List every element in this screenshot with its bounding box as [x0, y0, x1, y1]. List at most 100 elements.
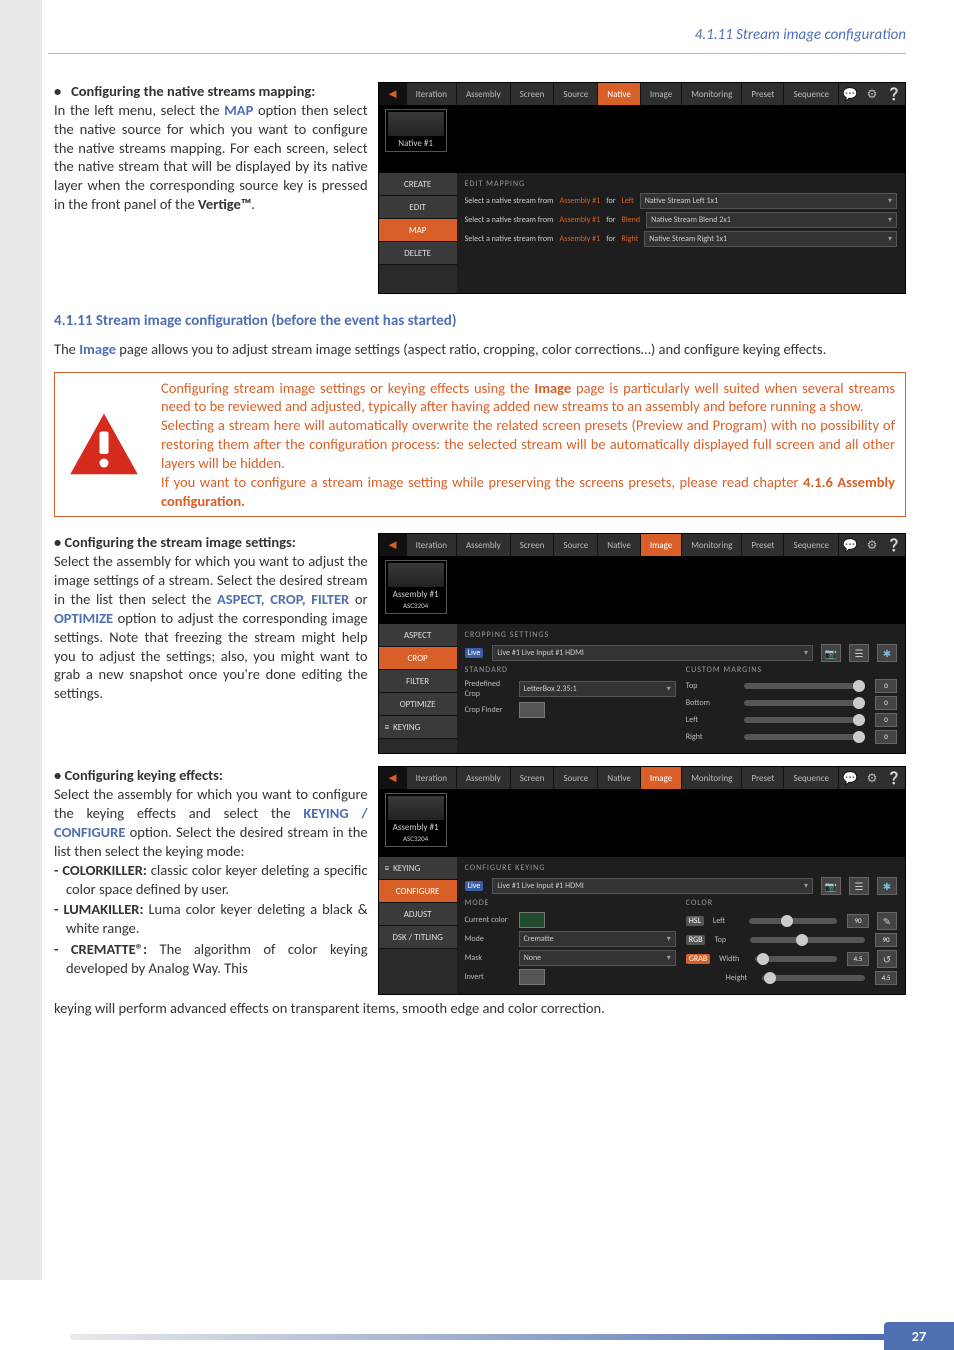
mapping-select-1[interactable]: Native Stream Left 1x1: [640, 193, 897, 209]
rgb-slider[interactable]: [750, 937, 865, 943]
side-aspect[interactable]: ASPECT: [379, 624, 457, 647]
gear-icon-2[interactable]: ⚙: [861, 534, 883, 556]
back-icon-2[interactable]: ◄: [379, 534, 407, 556]
chat-icon-2[interactable]: 💬: [839, 534, 861, 556]
gear-icon[interactable]: ⚙: [861, 83, 883, 105]
mapping-asm-1: Assembly #1: [559, 196, 600, 206]
reset-icon[interactable]: ↺: [877, 950, 897, 968]
mapping-select-2[interactable]: Native Stream Blend 2x1: [646, 212, 897, 228]
mask-select[interactable]: None: [519, 950, 676, 966]
side-edit[interactable]: EDIT: [379, 196, 457, 219]
side-map[interactable]: MAP: [379, 219, 457, 242]
tab-assembly[interactable]: Assembly: [457, 83, 511, 105]
predef-crop-select[interactable]: LetterBox 2.35:1: [519, 681, 676, 697]
assembly-thumb-sub-3: ASC3204: [403, 834, 428, 843]
mask-label: Mask: [465, 953, 513, 963]
tab2-assembly[interactable]: Assembly: [457, 534, 511, 556]
chat-icon[interactable]: 💬: [839, 83, 861, 105]
side-create[interactable]: CREATE: [379, 173, 457, 196]
mode-hdr: MODE: [465, 898, 676, 908]
margin-top-val[interactable]: 0: [875, 679, 897, 693]
native-thumbnail[interactable]: Native #1: [385, 109, 447, 152]
back-icon-3[interactable]: ◄: [379, 767, 407, 789]
grab-tag[interactable]: GRAB: [686, 954, 710, 964]
side-keying[interactable]: ≡KEYING: [379, 716, 457, 739]
sec3-opt2: OPTIMIZE: [54, 609, 113, 627]
side-configure[interactable]: CONFIGURE: [379, 880, 457, 903]
tab3-iteration[interactable]: Iteration: [407, 767, 457, 789]
list-icon-3[interactable]: ☰: [849, 877, 869, 895]
side-optimize[interactable]: OPTIMIZE: [379, 693, 457, 716]
list-icon[interactable]: ☰: [849, 644, 869, 662]
margin-bottom-val[interactable]: 0: [875, 696, 897, 710]
eyedropper-icon[interactable]: ✎: [877, 912, 897, 930]
tab2-sequence[interactable]: Sequence: [784, 534, 839, 556]
grab-width-slider[interactable]: [755, 956, 837, 962]
intro-image-link: Image: [79, 340, 116, 358]
tab-sequence[interactable]: Sequence: [784, 83, 839, 105]
sec4-title: • Configuring keying effects:: [54, 766, 223, 784]
invert-toggle[interactable]: [519, 969, 545, 985]
tab-monitoring[interactable]: Monitoring: [682, 83, 742, 105]
tab3-sequence[interactable]: Sequence: [784, 767, 839, 789]
gear-icon-3[interactable]: ⚙: [861, 767, 883, 789]
stream-select-3[interactable]: Live #1 Live Input #1 HDMI: [492, 878, 813, 894]
rgb-tag[interactable]: RGB: [686, 935, 706, 945]
tab3-native[interactable]: Native: [598, 767, 641, 789]
tab2-screen[interactable]: Screen: [511, 534, 555, 556]
tab2-source[interactable]: Source: [554, 534, 598, 556]
hsl-slider[interactable]: [749, 918, 837, 924]
tab2-native[interactable]: Native: [598, 534, 641, 556]
tab2-image[interactable]: Image: [641, 534, 682, 556]
assembly-thumbnail[interactable]: Assembly #1 ASC3204: [385, 560, 447, 614]
camera-icon-3[interactable]: 📷: [821, 877, 841, 895]
camera-icon[interactable]: 📷: [821, 644, 841, 662]
side-filter[interactable]: FILTER: [379, 670, 457, 693]
tab3-screen[interactable]: Screen: [511, 767, 555, 789]
tab-native[interactable]: Native: [598, 83, 641, 105]
back-icon[interactable]: ◄: [379, 83, 407, 105]
grab-height-slider[interactable]: [762, 975, 865, 981]
margin-top-slider[interactable]: [744, 683, 865, 689]
rgb-val[interactable]: 90: [875, 933, 897, 947]
margin-left-val[interactable]: 0: [875, 713, 897, 727]
current-color-swatch: [519, 912, 545, 928]
tab3-source[interactable]: Source: [554, 767, 598, 789]
tab2-monitoring[interactable]: Monitoring: [682, 534, 742, 556]
hsl-val[interactable]: 90: [847, 914, 869, 928]
grab-height-val[interactable]: 4.5: [875, 971, 897, 985]
tab3-image[interactable]: Image: [641, 767, 682, 789]
tab-source[interactable]: Source: [554, 83, 598, 105]
mode-select[interactable]: Crematte: [519, 931, 676, 947]
margin-left-slider[interactable]: [744, 717, 865, 723]
tab3-preset[interactable]: Preset: [742, 767, 784, 789]
side-delete[interactable]: DELETE: [379, 242, 457, 265]
tab-iteration[interactable]: Iteration: [407, 83, 457, 105]
help-icon[interactable]: ❔: [883, 83, 905, 105]
margin-right-slider[interactable]: [744, 734, 865, 740]
grab-width-val[interactable]: 4.5: [847, 952, 869, 966]
tab2-iteration[interactable]: Iteration: [407, 534, 457, 556]
tab2-preset[interactable]: Preset: [742, 534, 784, 556]
help-icon-3[interactable]: ❔: [883, 767, 905, 789]
chat-icon-3[interactable]: 💬: [839, 767, 861, 789]
side-crop[interactable]: CROP: [379, 647, 457, 670]
margin-right-val[interactable]: 0: [875, 730, 897, 744]
mapping-select-3[interactable]: Native Stream Right 1x1: [644, 231, 897, 247]
tab-preset[interactable]: Preset: [742, 83, 784, 105]
tab3-monitoring[interactable]: Monitoring: [682, 767, 742, 789]
margin-bottom-slider[interactable]: [744, 700, 865, 706]
cropfinder-toggle[interactable]: [519, 702, 545, 718]
stream-select[interactable]: Live #1 Live Input #1 HDMI: [492, 645, 813, 661]
assembly-thumbnail-3[interactable]: Assembly #1 ASC3204: [385, 793, 447, 847]
tab-image[interactable]: Image: [641, 83, 682, 105]
tab3-assembly[interactable]: Assembly: [457, 767, 511, 789]
side-dsk[interactable]: DSK / TITLING: [379, 926, 457, 949]
side-keying-3[interactable]: ≡KEYING: [379, 857, 457, 880]
tab-screen[interactable]: Screen: [511, 83, 555, 105]
hsl-tag[interactable]: HSL: [686, 916, 704, 926]
side-adjust[interactable]: ADJUST: [379, 903, 457, 926]
freeze-icon-3[interactable]: ✱: [877, 877, 897, 895]
freeze-icon[interactable]: ✱: [877, 644, 897, 662]
help-icon-2[interactable]: ❔: [883, 534, 905, 556]
